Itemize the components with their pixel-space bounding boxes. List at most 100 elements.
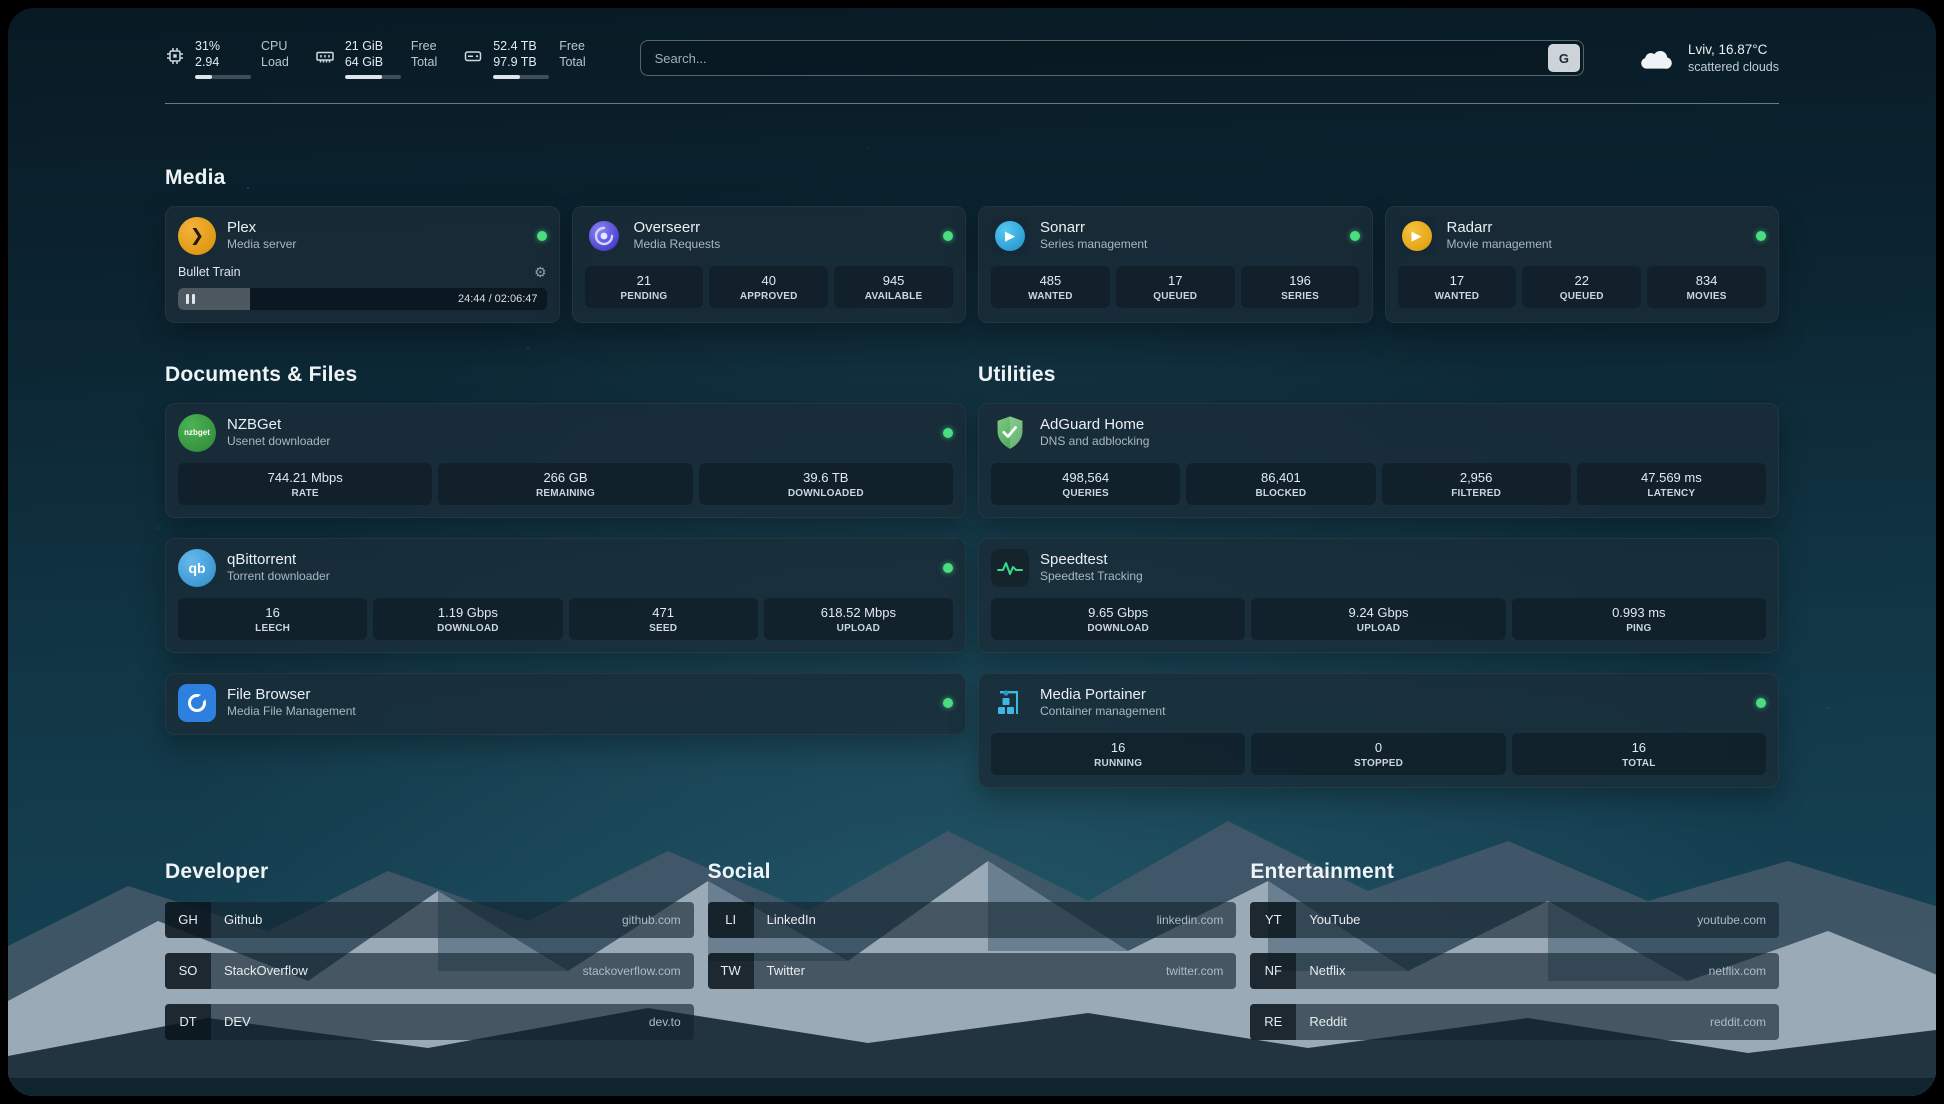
speedtest-titles: Speedtest Speedtest Tracking [1040, 550, 1143, 585]
app-subtitle: Media File Management [227, 704, 356, 720]
radarr-stat-wanted: 17 WANTED [1398, 266, 1517, 308]
bookmark-abbr: NF [1250, 953, 1296, 989]
card-sonarr[interactable]: ▶ Sonarr Series management 485 WANT [978, 206, 1373, 323]
portainer-titles: Media Portainer Container management [1040, 685, 1165, 720]
bookmark-linkedin[interactable]: LI LinkedIn linkedin.com [708, 902, 1237, 938]
memory-icon [315, 46, 335, 66]
sonarr-titles: Sonarr Series management [1040, 218, 1147, 253]
radarr-icon: ▶ [1398, 217, 1436, 255]
search-input[interactable] [640, 40, 1584, 76]
status-dot [1756, 231, 1766, 241]
search-provider-button[interactable]: G [1548, 44, 1580, 72]
bookmark-youtube[interactable]: YT YouTube youtube.com [1250, 902, 1779, 938]
stat-label: RUNNING [995, 758, 1241, 769]
radarr-stat-movies: 834 MOVIES [1647, 266, 1766, 308]
qbittorrent-icon: qb [178, 549, 216, 587]
bookmark-url: dev.to [649, 1015, 681, 1029]
app-name: Plex [227, 218, 296, 238]
stat-value: 196 [1245, 273, 1356, 288]
stat-label: DOWNLOAD [995, 623, 1241, 634]
card-speedtest[interactable]: Speedtest Speedtest Tracking 9.65 Gbps D… [978, 538, 1779, 653]
bookmark-abbr: LI [708, 902, 754, 938]
overseerr-titles: Overseerr Media Requests [634, 218, 721, 253]
app-subtitle: DNS and adblocking [1040, 434, 1149, 450]
bookmark-netflix[interactable]: NF Netflix netflix.com [1250, 953, 1779, 989]
cpu-progress-track [195, 75, 251, 79]
stat-value: 39.6 TB [703, 470, 949, 485]
bookmark-dev[interactable]: DT DEV dev.to [165, 1004, 694, 1040]
bookmark-abbr: SO [165, 953, 211, 989]
memory-values: 21 GiB 64 GiB [345, 38, 401, 79]
stat-value: 618.52 Mbps [768, 605, 949, 620]
overseerr-header: Overseerr Media Requests [585, 217, 954, 255]
stat-value: 9.24 Gbps [1255, 605, 1501, 620]
disk-label-bottom: Total [559, 54, 585, 70]
disk-widget: 52.4 TB 97.9 TB Free Total [463, 38, 585, 79]
stat-value: 22 [1526, 273, 1637, 288]
stat-value: 21 [589, 273, 700, 288]
card-radarr[interactable]: ▶ Radarr Movie management 17 WANTED [1385, 206, 1780, 323]
stat-value: 498,564 [995, 470, 1176, 485]
bookmark-abbr: YT [1250, 902, 1296, 938]
bookmark-abbr: GH [165, 902, 211, 938]
app-name: AdGuard Home [1040, 415, 1149, 435]
section-documents-files: Documents & Files nzbget NZBGet Usenet d… [165, 363, 966, 788]
stat-label: PING [1516, 623, 1762, 634]
card-overseerr[interactable]: Overseerr Media Requests 21 PENDING [572, 206, 967, 323]
stat-value: 40 [713, 273, 824, 288]
stat-value: 0 [1255, 740, 1501, 755]
card-qbittorrent[interactable]: qb qBittorrent Torrent downloader 16 LEE… [165, 538, 966, 653]
bookmark-url: youtube.com [1697, 913, 1766, 927]
settings-gear-icon[interactable]: ⚙ [534, 264, 547, 281]
card-nzbget[interactable]: nzbget NZBGet Usenet downloader 744.21 M… [165, 403, 966, 518]
stat-label: AVAILABLE [838, 291, 949, 302]
bookmark-reddit[interactable]: RE Reddit reddit.com [1250, 1004, 1779, 1040]
card-portainer[interactable]: Media Portainer Container management 16 … [978, 673, 1779, 788]
qbittorrent-titles: qBittorrent Torrent downloader [227, 550, 330, 585]
bookmark-name: Github [224, 912, 262, 927]
adguard-titles: AdGuard Home DNS and adblocking [1040, 415, 1149, 450]
speedtest-stat-ping: 0.993 ms PING [1512, 598, 1766, 640]
plex-titles: Plex Media server [227, 218, 296, 253]
app-name: NZBGet [227, 415, 330, 435]
bookmark-url: github.com [622, 913, 681, 927]
portainer-icon [991, 684, 1029, 722]
bookmark-url: twitter.com [1166, 964, 1223, 978]
card-filebrowser[interactable]: File Browser Media File Management [165, 673, 966, 735]
cpu-widget: 31% 2.94 CPU Load [165, 38, 289, 79]
stat-label: DOWNLOADED [703, 488, 949, 499]
card-adguard[interactable]: AdGuard Home DNS and adblocking 498,564 … [978, 403, 1779, 518]
bookmarks-social: Social LI LinkedIn linkedin.com TW Twitt… [708, 860, 1237, 1055]
adguard-stat-filtered: 2,956 FILTERED [1382, 463, 1571, 505]
bookmark-name: DEV [224, 1014, 251, 1029]
cloud-icon [1638, 44, 1676, 72]
search-bar: G [640, 40, 1584, 76]
stat-label: QUEUED [1120, 291, 1231, 302]
bookmark-twitter[interactable]: TW Twitter twitter.com [708, 953, 1237, 989]
app-name: qBittorrent [227, 550, 330, 570]
memory-value-top: 21 GiB [345, 38, 401, 54]
plex-progress-bar[interactable]: 24:44 / 02:06:47 [178, 288, 547, 310]
bookmark-name: YouTube [1309, 912, 1360, 927]
disk-label-top: Free [559, 38, 585, 54]
bookmark-name: LinkedIn [767, 912, 816, 927]
bookmark-name: StackOverflow [224, 963, 308, 978]
cpu-value-top: 31% [195, 38, 251, 54]
card-plex[interactable]: ❯ Plex Media server Bullet Train ⚙ [165, 206, 560, 323]
cpu-label-top: CPU [261, 38, 289, 54]
stat-label: RATE [182, 488, 428, 499]
stat-value: 17 [1120, 273, 1231, 288]
filebrowser-header: File Browser Media File Management [178, 684, 953, 722]
bookmark-url: stackoverflow.com [583, 964, 681, 978]
speedtest-stat-download: 9.65 Gbps DOWNLOAD [991, 598, 1245, 640]
adguard-stat-blocked: 86,401 BLOCKED [1186, 463, 1375, 505]
overseerr-stat-approved: 40 APPROVED [709, 266, 828, 308]
cpu-label-bottom: Load [261, 54, 289, 70]
bookmark-abbr: DT [165, 1004, 211, 1040]
bookmark-abbr: RE [1250, 1004, 1296, 1040]
bookmark-github[interactable]: GH Github github.com [165, 902, 694, 938]
pause-icon[interactable] [186, 294, 195, 304]
nzbget-stat-rate: 744.21 Mbps RATE [178, 463, 432, 505]
speedtest-stat-upload: 9.24 Gbps UPLOAD [1251, 598, 1505, 640]
bookmark-stackoverflow[interactable]: SO StackOverflow stackoverflow.com [165, 953, 694, 989]
